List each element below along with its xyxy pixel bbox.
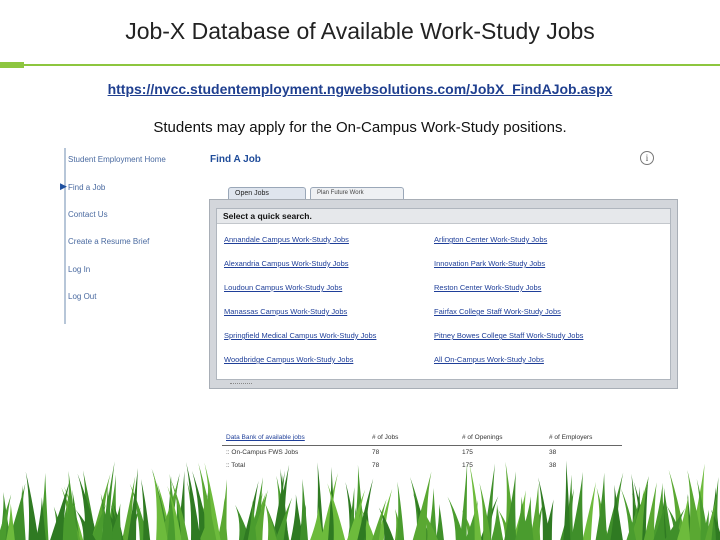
- slide-caption: Students may apply for the On-Campus Wor…: [153, 119, 567, 136]
- grass-blade: [595, 472, 608, 540]
- link-fairfax-college-staff[interactable]: Fairfax College Staff Work-Study Jobs: [434, 307, 561, 316]
- link-annandale-campus[interactable]: Annandale Campus Work-Study Jobs: [224, 235, 349, 244]
- sidebar-item-student-employment-home[interactable]: Student Employment Home: [68, 155, 166, 164]
- grass-blade: [25, 471, 39, 540]
- link-pitney-bowes-college-staff[interactable]: Pitney Bowes College Staff Work-Study Jo…: [434, 331, 583, 340]
- title-accent-bar: [0, 62, 24, 68]
- link-manassas-campus[interactable]: Manassas Campus Work-Study Jobs: [224, 307, 347, 316]
- grass-blade: [570, 471, 584, 540]
- quick-search-header: Select a quick search.: [217, 209, 670, 224]
- grass-blade: [397, 481, 405, 540]
- column-header-employers: # of Employers: [549, 434, 593, 441]
- sidebar-item-create-resume-brief[interactable]: Create a Resume Brief: [68, 237, 149, 246]
- column-header-openings: # of Openings: [462, 434, 503, 441]
- table-header-row: Data Bank of available jobs # of Jobs # …: [222, 434, 622, 446]
- column-header-jobs: # of Jobs: [372, 434, 399, 441]
- row-openings: 175: [462, 449, 473, 456]
- panel-resize-grip[interactable]: [230, 383, 252, 387]
- table-row: :: On-Campus FWS Jobs 78 175 38: [222, 449, 622, 460]
- link-alexandria-campus[interactable]: Alexandria Campus Work-Study Jobs: [224, 259, 349, 268]
- row-employers: 38: [549, 449, 557, 456]
- link-arlington-center[interactable]: Arlington Center Work-Study Jobs: [434, 235, 547, 244]
- title-divider: [24, 64, 720, 66]
- jobx-url-link[interactable]: https://nvcc.studentemployment.ngwebsolu…: [0, 81, 720, 97]
- sidebar-item-find-a-job[interactable]: Find a Job: [68, 183, 105, 192]
- quick-search-panel: Select a quick search. Annandale Campus …: [209, 199, 678, 389]
- sidebar-item-log-in[interactable]: Log In: [68, 265, 90, 274]
- grass-blade: [264, 502, 277, 540]
- grass-decoration: [0, 460, 720, 540]
- grass-blade: [563, 460, 571, 540]
- grass-blade: [435, 504, 444, 540]
- link-reston-center[interactable]: Reston Center Work-Study Jobs: [434, 283, 541, 292]
- page-title: Find A Job: [210, 154, 261, 165]
- grass-blade: [582, 481, 597, 540]
- link-innovation-park[interactable]: Innovation Park Work-Study Jobs: [434, 259, 545, 268]
- link-all-on-campus[interactable]: All On-Campus Work-Study Jobs: [434, 355, 544, 364]
- link-woodbridge-campus[interactable]: Woodbridge Campus Work-Study Jobs: [224, 355, 353, 364]
- active-arrow-icon: ▶: [60, 182, 67, 192]
- quick-search-inner: Select a quick search. Annandale Campus …: [216, 208, 671, 380]
- link-springfield-medical-campus[interactable]: Springfield Medical Campus Work-Study Jo…: [224, 331, 376, 340]
- grass-blade: [610, 484, 623, 540]
- slide-title: Job-X Database of Available Work-Study J…: [125, 18, 595, 44]
- sidebar-divider: [64, 148, 66, 324]
- sidebar-item-contact-us[interactable]: Contact Us: [68, 210, 108, 219]
- grass-blade: [299, 478, 308, 540]
- row-label: :: On-Campus FWS Jobs: [226, 449, 299, 456]
- info-icon[interactable]: i: [640, 151, 654, 165]
- grass-blade: [152, 470, 168, 540]
- tab-plan-future-work[interactable]: Plan Future Work Experiences: [310, 187, 404, 207]
- data-bank-link[interactable]: Data Bank of available jobs: [226, 434, 305, 441]
- sidebar-item-log-out[interactable]: Log Out: [68, 292, 96, 301]
- link-loudoun-campus[interactable]: Loudoun Campus Work-Study Jobs: [224, 283, 342, 292]
- row-jobs: 78: [372, 449, 380, 456]
